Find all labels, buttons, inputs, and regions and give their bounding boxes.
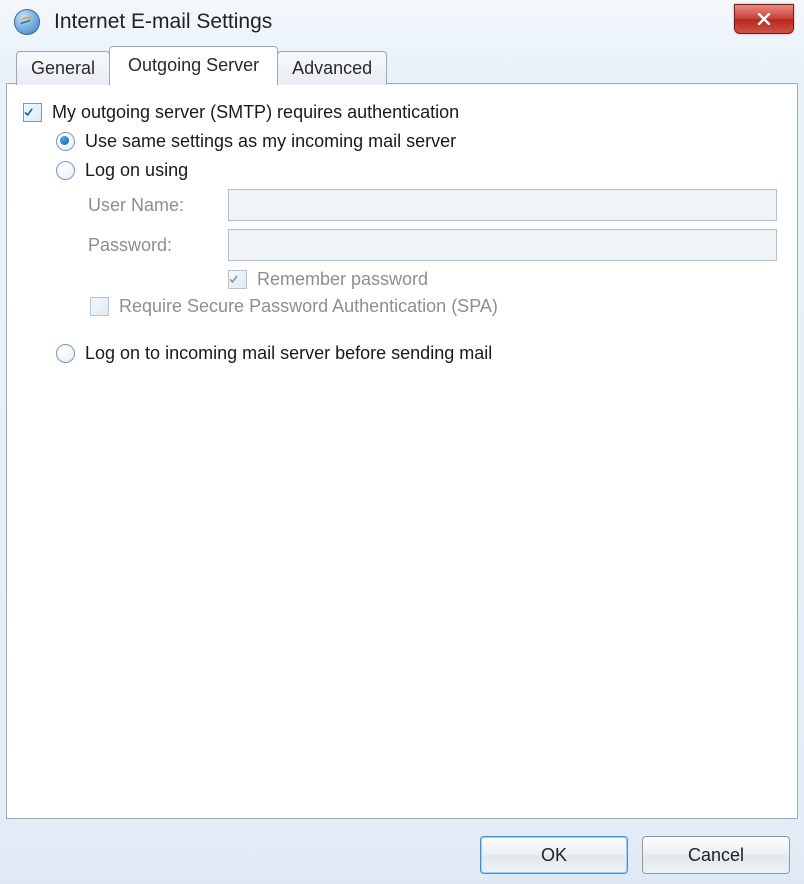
checkmark-icon xyxy=(229,273,238,286)
window-title: Internet E-mail Settings xyxy=(54,10,272,34)
log-on-incoming-label: Log on to incoming mail server before se… xyxy=(85,343,492,364)
close-button[interactable] xyxy=(734,4,794,34)
row-use-same: Use same settings as my incoming mail se… xyxy=(56,131,781,152)
username-label: User Name: xyxy=(88,195,228,216)
row-log-on-using: Log on using xyxy=(56,160,781,181)
remember-password-label: Remember password xyxy=(257,269,428,290)
globe-icon xyxy=(14,9,40,35)
username-input[interactable] xyxy=(228,189,777,221)
outgoing-server-panel: My outgoing server (SMTP) requires authe… xyxy=(6,83,798,819)
row-remember-password: Remember password xyxy=(228,269,781,290)
close-icon xyxy=(753,13,775,25)
requires-auth-checkbox[interactable] xyxy=(23,103,42,122)
row-require-spa: Require Secure Password Authentication (… xyxy=(90,296,781,317)
email-settings-dialog: Internet E-mail Settings General Outgoin… xyxy=(0,0,804,884)
ok-button[interactable]: OK xyxy=(480,836,628,874)
cancel-button[interactable]: Cancel xyxy=(642,836,790,874)
use-same-radio[interactable] xyxy=(56,132,75,151)
tabstrip: General Outgoing Server Advanced xyxy=(6,46,798,84)
log-on-incoming-radio[interactable] xyxy=(56,344,75,363)
require-spa-label: Require Secure Password Authentication (… xyxy=(119,296,498,317)
content-area: General Outgoing Server Advanced My outg… xyxy=(6,46,798,820)
use-same-label: Use same settings as my incoming mail se… xyxy=(85,131,456,152)
checkmark-icon xyxy=(24,106,33,119)
requires-auth-label: My outgoing server (SMTP) requires authe… xyxy=(52,102,459,123)
row-requires-auth: My outgoing server (SMTP) requires authe… xyxy=(23,102,781,123)
tab-outgoing-server[interactable]: Outgoing Server xyxy=(109,46,278,84)
require-spa-checkbox xyxy=(90,297,109,316)
row-log-on-incoming: Log on to incoming mail server before se… xyxy=(56,343,781,364)
titlebar: Internet E-mail Settings xyxy=(0,0,804,44)
log-on-using-label: Log on using xyxy=(85,160,188,181)
dialog-button-bar: OK Cancel xyxy=(0,826,804,884)
password-label: Password: xyxy=(88,235,228,256)
row-password: Password: xyxy=(88,229,781,261)
tab-advanced[interactable]: Advanced xyxy=(277,51,387,85)
tab-general[interactable]: General xyxy=(16,51,110,85)
remember-password-checkbox xyxy=(228,270,247,289)
log-on-using-radio[interactable] xyxy=(56,161,75,180)
password-input[interactable] xyxy=(228,229,777,261)
row-username: User Name: xyxy=(88,189,781,221)
